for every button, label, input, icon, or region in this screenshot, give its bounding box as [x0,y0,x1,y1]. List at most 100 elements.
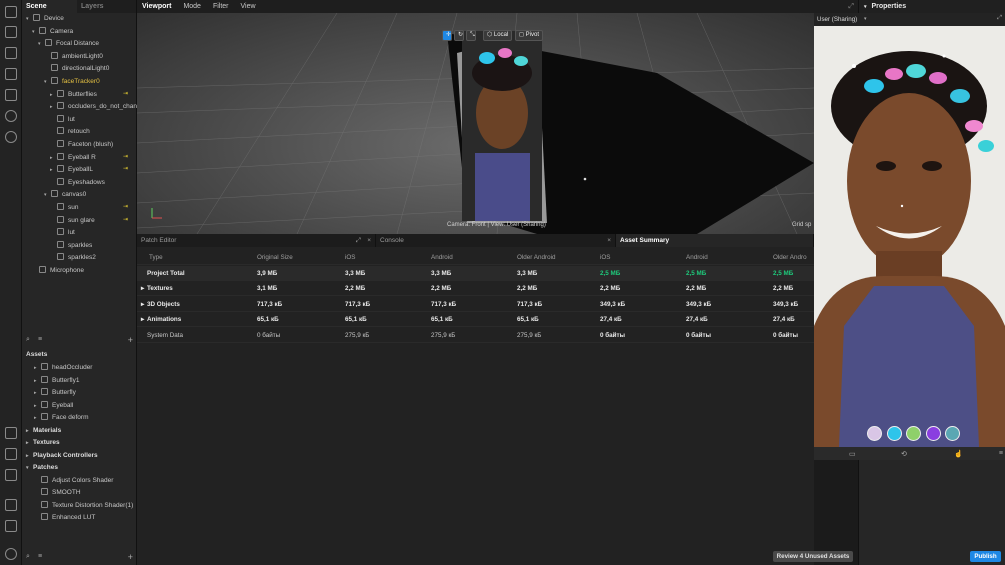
popout-icon[interactable]: ⤢ [356,234,361,247]
filter-icon[interactable]: ≡ [38,336,42,343]
popout-icon[interactable]: ⤢ [848,0,854,13]
filter-swatch[interactable] [925,426,941,441]
scene-tree-item[interactable]: ▾ canvas0 [44,189,86,201]
column-header[interactable]: Original Size [257,250,293,265]
caret-icon[interactable]: ▸ [26,425,33,437]
asset-tree-item[interactable]: Texture Distortion Shader(1) [34,500,133,512]
caret-icon[interactable]: ▾ [44,76,51,88]
column-header[interactable]: Android [431,250,453,265]
tab-console[interactable]: Console × [376,234,616,247]
scene-icon[interactable] [5,6,17,18]
table-row[interactable]: ▸ 3D Objects 717,3 кБ 717,3 кБ 717,3 кБ 717,3… [137,297,814,312]
caret-icon[interactable]: ▾ [38,38,45,50]
menu-mode[interactable]: Mode [183,0,201,13]
flip-camera-icon[interactable]: ⟲ [901,450,907,458]
column-header[interactable]: Older Android [517,250,556,265]
import-icon[interactable] [5,427,17,439]
column-header[interactable]: Android [686,250,708,265]
caret-icon[interactable]: ▸ [34,362,41,374]
patch-link-icon[interactable]: ⇥ [123,216,130,223]
table-row[interactable]: Project Total 3,9 МБ 3,3 МБ 3,3 МБ 3,3 МБ 2,5… [137,265,814,281]
tab-patch-editor[interactable]: Patch Editor ⤢ × [137,234,376,247]
column-header[interactable]: iOS [345,250,356,265]
scene-tree-item[interactable]: ambientLight0 [44,51,103,63]
rotate-tool-button[interactable]: ↻ [454,30,464,41]
square-icon[interactable] [5,89,17,101]
search-icon[interactable]: ⌕ [26,553,30,561]
publish-button[interactable]: Publish [970,551,1001,562]
gear-icon[interactable] [5,548,17,560]
scene-tree-item[interactable]: ▸ occluders_do_not_chan... [50,101,142,113]
scene-tree-item[interactable]: sparkles2 [50,252,96,264]
scene-tree-item[interactable]: ▾ Device [26,13,64,25]
pivot-toggle[interactable]: ◻ Pivot [515,30,543,41]
asset-tree-item[interactable]: ▸ Face deform [34,412,89,424]
menu-icon[interactable]: ≡ [999,450,1003,457]
video-icon[interactable] [5,26,17,38]
patch-link-icon[interactable]: ⇥ [123,165,130,172]
scene-tree-item[interactable]: sparkles [50,240,92,252]
asset-tree-item[interactable]: ▸ Butterfly [34,387,76,399]
filter-swatch[interactable] [886,426,902,441]
expand-icon[interactable]: ▸ [141,312,144,327]
popout-icon[interactable]: ⤢ [997,15,1002,22]
caret-icon[interactable]: ▸ [50,89,57,101]
share-icon[interactable] [5,448,17,460]
scene-tree-item[interactable]: lut [50,114,75,126]
preview-canvas[interactable] [814,26,1005,447]
scene-tree-item[interactable]: ▾ Focal Distance [38,38,99,50]
scene-tree-item[interactable]: ▸ Butterflies [50,89,97,101]
table-row[interactable]: ▸ Animations 65,1 кБ 65,1 кБ 65,1 кБ 65,1 кБ 2… [137,312,814,328]
filter-swatch[interactable] [945,426,960,441]
add-object-button[interactable]: + [128,335,133,345]
tab-scene[interactable]: Scene [22,0,77,13]
expand-icon[interactable]: ▸ [141,297,144,312]
patch-link-icon[interactable]: ⇥ [123,203,130,210]
table-row[interactable]: ▸ Textures 3,1 МБ 2,2 МБ 2,2 МБ 2,2 МБ 2,2 МБ 2… [137,281,814,297]
sync-icon[interactable] [5,110,17,122]
scene-tree-item[interactable]: sun glare [50,215,95,227]
scene-tree-item[interactable]: Microphone [32,265,84,277]
caret-icon[interactable]: ▸ [26,437,33,449]
caret-icon[interactable]: ▸ [34,387,41,399]
list-icon[interactable] [5,520,17,532]
caret-icon[interactable]: ▸ [34,412,41,424]
asset-tree-item[interactable]: ▸ Butterfly1 [34,375,79,387]
filter-swatch[interactable] [867,426,882,441]
scale-tool-button[interactable]: ⤡ [466,30,476,41]
caret-icon[interactable]: ▸ [50,152,57,164]
patch-icon[interactable] [5,68,17,80]
menu-viewport[interactable]: Viewport [142,0,171,13]
move-tool-button[interactable]: ✛ [442,30,452,41]
touch-icon[interactable]: ☝ [954,450,963,458]
filter-swatch[interactable] [906,426,921,441]
local-toggle[interactable]: ⬡ Local [483,30,513,41]
asset-tree-item[interactable]: ▸ Textures [26,437,60,449]
caret-icon[interactable]: ▸ [50,164,57,176]
caret-icon[interactable]: ▾ [26,13,33,25]
review-unused-assets-button[interactable]: Review 4 Unused Assets [773,551,853,562]
asset-tree-item[interactable]: Adjust Colors Shader [34,475,113,487]
grid-icon[interactable] [5,499,17,511]
asset-tree-item[interactable]: SMOOTH [34,487,81,499]
scene-tree-item[interactable]: Eyeshadows [50,177,105,189]
menu-filter[interactable]: Filter [213,0,229,13]
asset-tree-item[interactable]: ▾ Patches [26,462,58,474]
patch-link-icon[interactable]: ⇥ [123,90,130,97]
caret-icon[interactable]: ▸ [50,101,57,113]
caret-icon[interactable]: ▾ [44,189,51,201]
scene-tree-item[interactable]: ▸ EyeballL [50,164,93,176]
caret-icon[interactable]: ▾ [32,26,39,38]
asset-tree-item[interactable]: ▸ Eyeball [34,400,73,412]
device-select[interactable]: User (Sharing) [817,16,857,23]
tab-layers[interactable]: Layers [77,0,108,13]
column-header[interactable]: iOS [600,250,611,265]
expand-icon[interactable]: ▸ [141,281,144,296]
column-header[interactable]: Type [149,250,163,265]
record-icon[interactable]: ▭ [849,450,856,458]
caret-icon[interactable]: ▾ [26,462,33,474]
caret-icon[interactable]: ▸ [34,375,41,387]
add-asset-button[interactable]: + [128,552,133,562]
asset-tree-item[interactable]: Enhanced LUT [34,512,95,524]
export-icon[interactable] [5,469,17,481]
